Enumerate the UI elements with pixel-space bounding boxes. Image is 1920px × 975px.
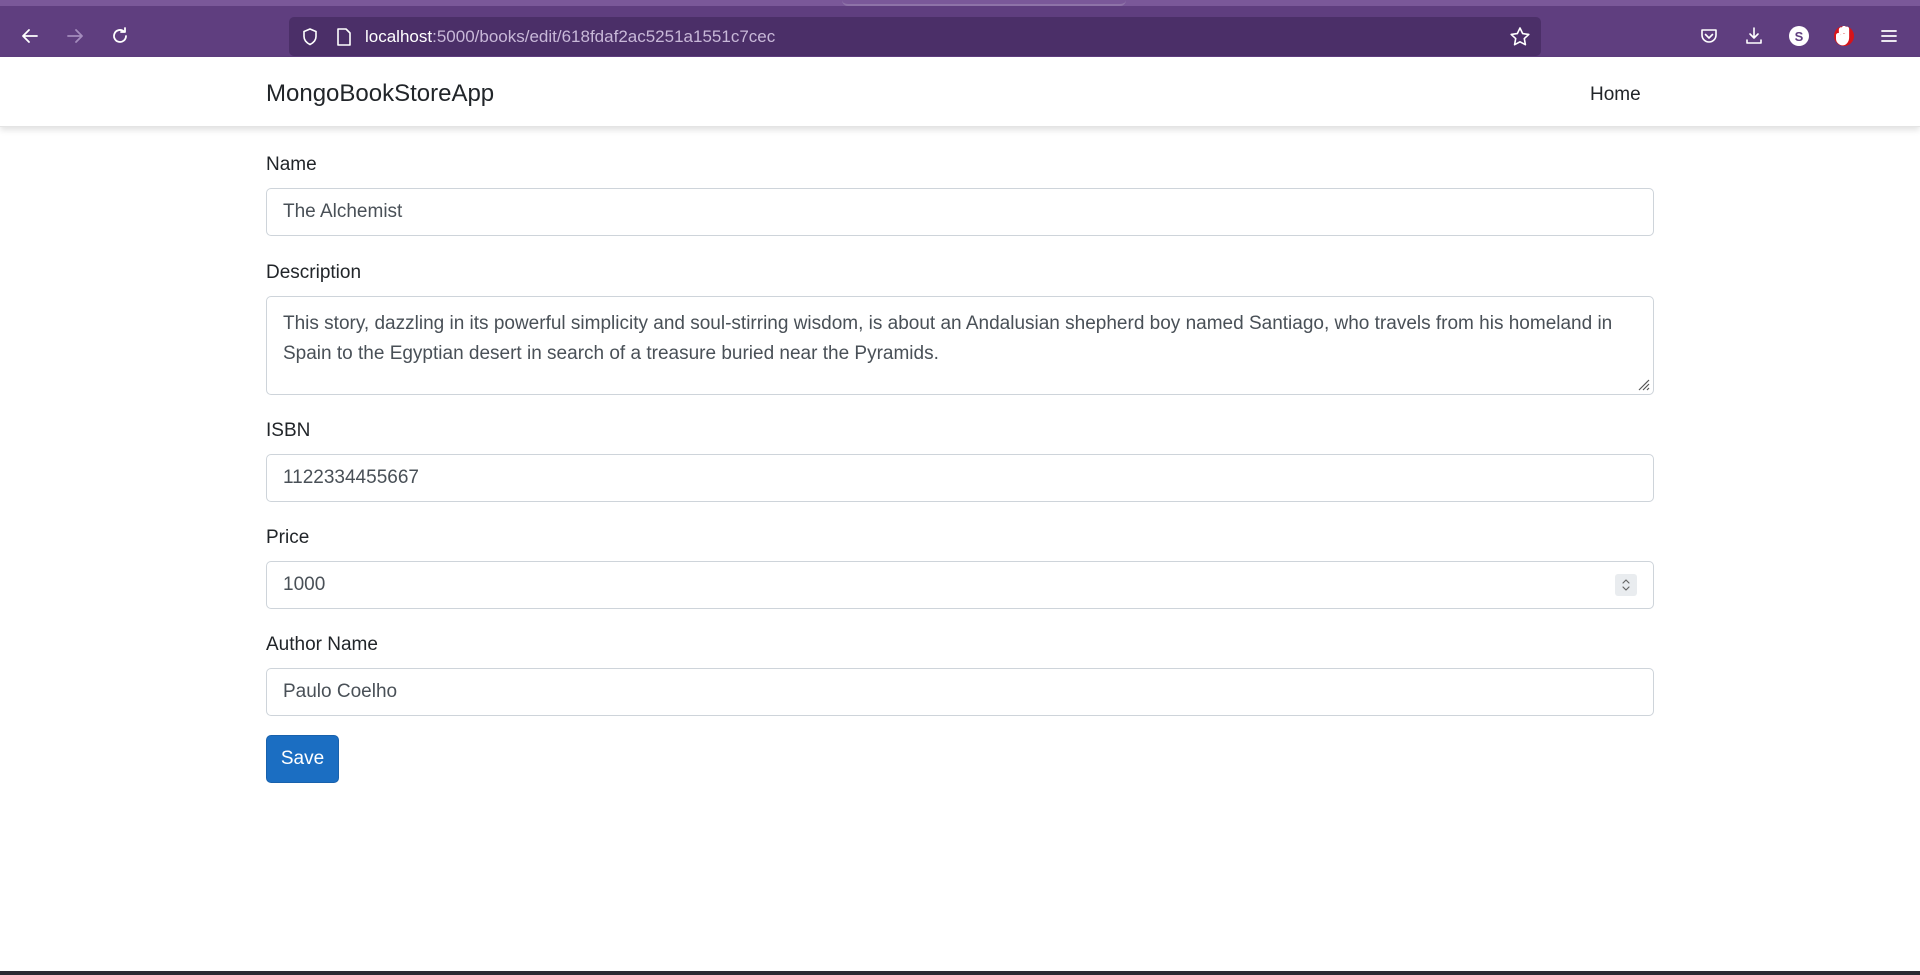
extension-button[interactable] — [1826, 18, 1862, 54]
author-input[interactable]: Paulo Coelho — [266, 668, 1654, 716]
url-text[interactable]: localhost:5000/books/edit/618fdaf2ac5251… — [365, 27, 775, 47]
price-input-value: 1000 — [283, 574, 326, 595]
back-button[interactable] — [12, 18, 48, 54]
stop-hand-extension-icon — [1834, 26, 1854, 46]
menu-button[interactable] — [1871, 18, 1907, 54]
save-button[interactable]: Save — [266, 735, 339, 783]
reload-button[interactable] — [102, 18, 138, 54]
app-navbar: MongoBookStoreApp Home — [0, 57, 1920, 127]
isbn-label: ISBN — [266, 420, 311, 441]
resize-grip-icon[interactable] — [1634, 375, 1650, 391]
price-input[interactable]: 1000 — [266, 561, 1654, 609]
spinner-arrows-icon — [1622, 579, 1630, 591]
description-label: Description — [266, 262, 362, 283]
browser-toolbar: localhost:5000/books/edit/618fdaf2ac5251… — [0, 0, 1920, 57]
pocket-button[interactable] — [1691, 18, 1727, 54]
description-textarea-value: This story, dazzling in its powerful sim… — [283, 313, 1613, 364]
download-icon — [1746, 27, 1762, 44]
url-path: :5000/books/edit/618fdaf2ac5251a1551c7ce… — [432, 27, 776, 46]
pocket-icon — [1701, 29, 1717, 43]
name-label: Name — [266, 154, 317, 175]
name-input-value: The Alchemist — [283, 201, 403, 222]
forward-arrow-icon — [67, 29, 83, 43]
name-input[interactable]: The Alchemist — [266, 188, 1654, 236]
forward-button[interactable] — [57, 18, 93, 54]
profile-avatar-icon: S — [1789, 26, 1809, 46]
brand-link[interactable]: MongoBookStoreApp — [266, 80, 494, 108]
url-host: localhost — [365, 27, 433, 46]
author-input-value: Paulo Coelho — [283, 681, 398, 702]
nav-home-link[interactable]: Home — [1590, 84, 1641, 106]
tracking-protection-icon[interactable] — [298, 25, 322, 49]
back-arrow-icon — [22, 29, 38, 43]
address-bar[interactable]: localhost:5000/books/edit/618fdaf2ac5251… — [289, 17, 1541, 56]
account-button[interactable]: S — [1781, 18, 1817, 54]
price-label: Price — [266, 527, 310, 548]
isbn-input[interactable]: 1122334455667 — [266, 454, 1654, 502]
bottom-edge — [0, 971, 1920, 975]
bookmark-star-icon[interactable] — [1507, 24, 1533, 50]
author-label: Author Name — [266, 634, 378, 655]
isbn-input-value: 1122334455667 — [283, 467, 419, 488]
page-info-icon[interactable] — [332, 25, 356, 49]
active-tab-edge — [842, 0, 1126, 6]
description-textarea[interactable]: This story, dazzling in its powerful sim… — [266, 296, 1654, 395]
number-spinner[interactable] — [1615, 574, 1637, 596]
downloads-button[interactable] — [1736, 18, 1772, 54]
hamburger-menu-icon — [1881, 30, 1897, 42]
reload-icon — [113, 27, 127, 43]
